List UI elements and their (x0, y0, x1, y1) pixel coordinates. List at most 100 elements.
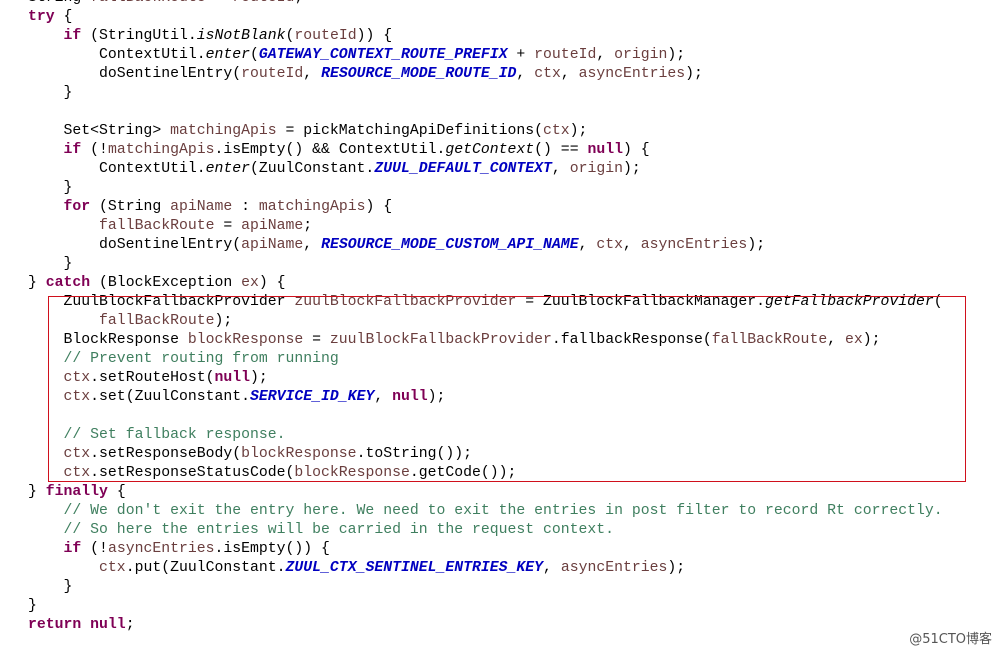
code-text: doSentinelEntry( (28, 237, 242, 253)
keyword: catch (45, 275, 91, 291)
variable: asyncEntries (578, 66, 686, 82)
code-line: ctx.put(ZuulConstant.ZUUL_CTX_SENTINEL_E… (28, 559, 943, 578)
code-text: ; (125, 617, 135, 633)
code-text: ); (747, 237, 766, 253)
code-line: doSentinelEntry(apiName, RESOURCE_MODE_C… (28, 236, 943, 255)
code-line: if (StringUtil.isNotBlank(routeId)) { (28, 27, 943, 46)
keyword: null (587, 142, 623, 158)
code-text: (String (90, 199, 171, 215)
code-line: } (28, 597, 943, 616)
variable: fallBackRoute (99, 218, 215, 234)
code-text: } (28, 598, 37, 614)
code-text: ); (667, 47, 686, 63)
code-text: + (507, 47, 535, 63)
code-text: .isEmpty() && ContextUtil. (214, 142, 446, 158)
code-text: ) { (258, 275, 286, 291)
constant: RESOURCE_MODE_ROUTE_ID (321, 66, 517, 82)
variable: ctx (534, 66, 561, 82)
code-text: } (28, 85, 73, 101)
code-text: .put(ZuulConstant. (125, 560, 286, 576)
code-line: // So here the entries will be carried i… (28, 521, 943, 540)
code-line: fallBackRoute = apiName; (28, 217, 943, 236)
code-text: { (107, 484, 126, 500)
code-line: if (!matchingApis.isEmpty() && ContextUt… (28, 141, 943, 160)
variable: ex (241, 275, 259, 291)
code-text: , (622, 237, 641, 253)
code-text: (! (81, 142, 108, 158)
variable: asyncEntries (107, 541, 215, 557)
code-text: ; (303, 218, 313, 234)
variable: routeId (294, 28, 357, 44)
watermark: @51CTO博客 (909, 632, 992, 647)
code-text: } (28, 484, 46, 500)
variable: origin (614, 47, 668, 63)
code-text: (BlockException (90, 275, 242, 291)
comment: // We don't exit the entry here. We need… (63, 503, 943, 519)
static-method: getContext (445, 142, 535, 158)
code-text: doSentinelEntry( (28, 66, 242, 82)
code-text: ); (685, 66, 703, 82)
code-text: , (303, 66, 322, 82)
code-text: Set<String> (28, 123, 171, 139)
keyword: if (63, 142, 82, 158)
variable: matchingApis (258, 199, 366, 215)
code-text: ( (250, 47, 259, 63)
constant: RESOURCE_MODE_CUSTOM_API_NAME (321, 237, 579, 253)
code-text: ); (667, 560, 686, 576)
code-text: () == (534, 142, 588, 158)
code-line: for (String apiName : matchingApis) { (28, 198, 943, 217)
code-text: } (28, 256, 73, 272)
code-text: , (560, 66, 579, 82)
variable: apiName (241, 237, 304, 253)
variable: ctx (99, 560, 126, 576)
variable: routeId (534, 47, 597, 63)
code-line: } (28, 84, 943, 103)
variable: asyncEntries (560, 560, 668, 576)
highlight-box (48, 296, 966, 482)
code-text: : (232, 199, 259, 215)
code-text: )) { (356, 28, 393, 44)
code-line: ContextUtil.enter(ZuulConstant.ZUUL_DEFA… (28, 160, 943, 179)
constant: ZUUL_DEFAULT_CONTEXT (374, 161, 552, 177)
variable: ctx (543, 123, 570, 139)
code-text: .isEmpty()) { (214, 541, 330, 557)
code-line: doSentinelEntry(routeId, RESOURCE_MODE_R… (28, 65, 943, 84)
keyword: if (63, 28, 82, 44)
static-method: enter (205, 47, 250, 63)
variable: fallBackRoute (90, 0, 205, 6)
static-method: isNotBlank (196, 28, 286, 44)
constant: ZUUL_CTX_SENTINEL_ENTRIES_KEY (285, 560, 544, 576)
code-text: , (543, 560, 561, 576)
code-text: , (516, 66, 535, 82)
code-line: } finally { (28, 483, 943, 502)
code-text: ); (569, 123, 588, 139)
code-text: ContextUtil. (28, 47, 206, 63)
variable: matchingApis (170, 123, 277, 139)
comment: // So here the entries will be carried i… (63, 522, 615, 538)
keyword: return (28, 617, 82, 633)
variable: ctx (596, 237, 623, 253)
code-text: ) { (365, 199, 393, 215)
keyword: for (63, 199, 91, 215)
code-text: } (28, 180, 73, 196)
code-line: ContextUtil.enter(GATEWAY_CONTEXT_ROUTE_… (28, 46, 943, 65)
code-text: = (214, 218, 242, 234)
variable: origin (569, 161, 623, 177)
code-text: String (28, 0, 90, 6)
code-line: Set<String> matchingApis = pickMatchingA… (28, 122, 943, 141)
variable: matchingApis (107, 142, 215, 158)
code-text: ); (622, 161, 641, 177)
code-line: } (28, 578, 943, 597)
keyword: try (28, 9, 55, 25)
code-text: = (206, 0, 233, 6)
code-line: } (28, 179, 943, 198)
code-text: , (596, 47, 615, 63)
